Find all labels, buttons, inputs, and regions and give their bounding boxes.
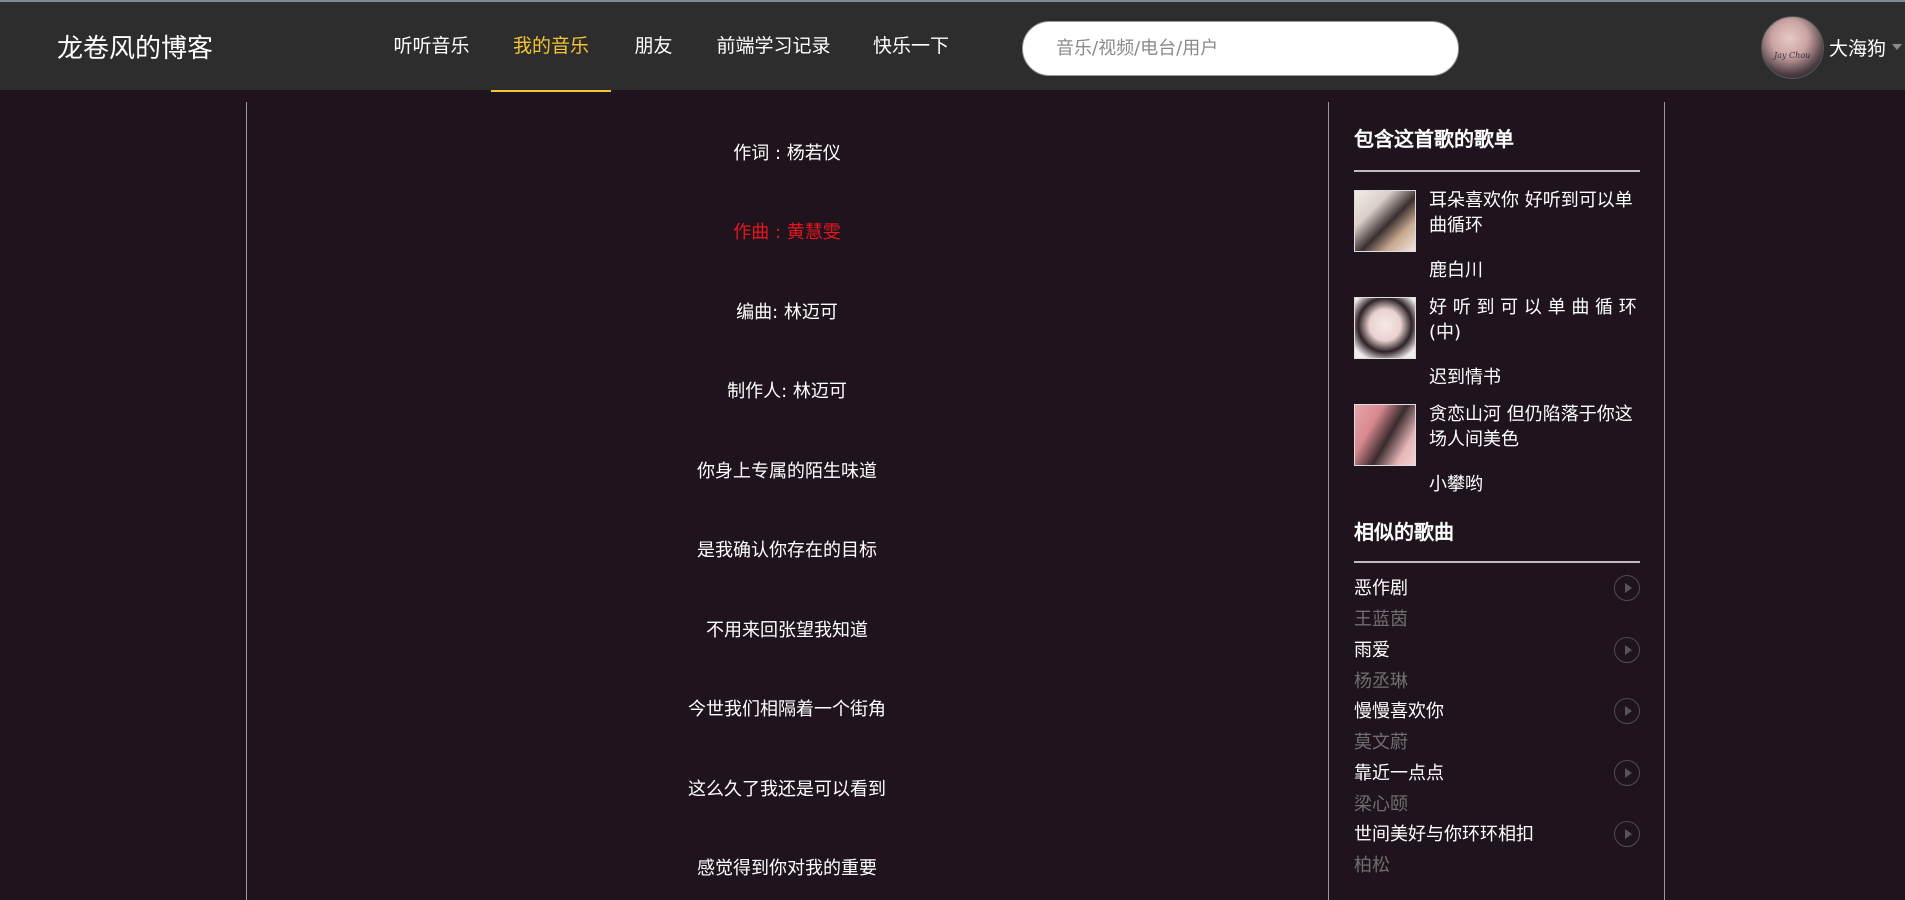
similar-song-item: 恶作剧 王蓝茵 <box>1354 574 1640 634</box>
song-artist[interactable]: 梁心颐 <box>1354 790 1408 816</box>
playlist-author[interactable]: 迟到情书 <box>1429 363 1501 389</box>
playlist-item[interactable]: 贪恋山河 但仍陷落于你这场人间美色 小攀哟 <box>1354 404 1640 504</box>
divider <box>1354 170 1640 172</box>
divider <box>1354 561 1640 563</box>
lyric-line: 作词 : 杨若仪 <box>733 143 841 164</box>
nav-item-friends[interactable]: 朋友 <box>611 2 696 90</box>
lyric-line: 这么久了我还是可以看到 <box>688 779 886 800</box>
song-artist[interactable]: 柏松 <box>1354 851 1390 877</box>
similar-song-item: 世间美好与你环环相扣 柏松 <box>1354 820 1640 880</box>
avatar-signature: Jay Chou <box>1774 51 1811 60</box>
song-name[interactable]: 恶作剧 <box>1354 574 1408 600</box>
lyric-line-current: 作曲 : 黄慧雯 <box>733 222 841 243</box>
playlist-item[interactable]: 耳朵喜欢你 好听到可以单曲循环 鹿白川 <box>1354 190 1640 290</box>
right-border <box>1664 102 1665 900</box>
lyric-line: 不用来回张望我知道 <box>706 620 868 641</box>
lyric-line: 是我确认你存在的目标 <box>697 540 877 561</box>
lyric-line: 你身上专属的陌生味道 <box>697 461 877 482</box>
song-name[interactable]: 雨爱 <box>1354 636 1390 662</box>
lyric-line: 编曲: 林迈可 <box>736 302 838 323</box>
playlist-cover[interactable] <box>1354 404 1416 466</box>
site-logo[interactable]: 龙卷风的博客 <box>57 28 213 65</box>
playlist-author[interactable]: 小攀哟 <box>1429 470 1483 496</box>
similar-song-item: 雨爱 杨丞琳 <box>1354 636 1640 696</box>
song-artist[interactable]: 王蓝茵 <box>1354 605 1408 631</box>
song-name[interactable]: 靠近一点点 <box>1354 759 1444 785</box>
nav-item-frontend-notes[interactable]: 前端学习记录 <box>696 2 851 90</box>
playlists-title: 包含这首歌的歌单 <box>1354 127 1514 151</box>
song-artist[interactable]: 杨丞琳 <box>1354 667 1408 693</box>
playlist-name[interactable]: 耳朵喜欢你 好听到可以单曲循环 <box>1429 188 1640 238</box>
playlist-author[interactable]: 鹿白川 <box>1429 256 1483 282</box>
lyric-line: 今世我们相隔着一个街角 <box>688 699 886 720</box>
lyric-line: 制作人: 林迈可 <box>727 381 847 402</box>
similar-song-item: 慢慢喜欢你 莫文蔚 <box>1354 697 1640 757</box>
center-divider <box>1328 102 1329 900</box>
similar-song-item: 靠近一点点 梁心颐 <box>1354 759 1640 819</box>
playlist-cover[interactable] <box>1354 297 1416 359</box>
similar-songs-title: 相似的歌曲 <box>1354 520 1454 544</box>
playlist-item[interactable]: 好 听 到 可 以 单 曲 循 环 (中) 迟到情书 <box>1354 297 1640 397</box>
nav-item-have-fun[interactable]: 快乐一下 <box>851 2 971 90</box>
play-icon[interactable] <box>1614 821 1640 847</box>
play-icon[interactable] <box>1614 760 1640 786</box>
nav-item-my-music[interactable]: 我的音乐 <box>491 2 611 92</box>
song-name[interactable]: 慢慢喜欢你 <box>1354 697 1444 723</box>
search-box <box>1022 21 1459 76</box>
playlist-name[interactable]: 贪恋山河 但仍陷落于你这场人间美色 <box>1429 402 1640 452</box>
lyric-line: 感觉得到你对我的重要 <box>697 858 877 879</box>
playlist-cover[interactable] <box>1354 190 1416 252</box>
playlist-name[interactable]: 好 听 到 可 以 单 曲 循 环 (中) <box>1429 295 1640 345</box>
user-avatar[interactable]: Jay Chou <box>1761 16 1824 79</box>
play-icon[interactable] <box>1614 575 1640 601</box>
nav-item-listen-music[interactable]: 听听音乐 <box>371 2 492 90</box>
play-icon[interactable] <box>1614 698 1640 724</box>
chevron-down-icon[interactable] <box>1892 44 1902 50</box>
username[interactable]: 大海狗 <box>1829 34 1886 61</box>
play-icon[interactable] <box>1614 637 1640 663</box>
search-input[interactable] <box>1023 22 1458 75</box>
top-navbar: 龙卷风的博客 听听音乐 我的音乐 朋友 前端学习记录 快乐一下 Jay Chou… <box>0 0 1905 92</box>
song-artist[interactable]: 莫文蔚 <box>1354 728 1408 754</box>
song-name[interactable]: 世间美好与你环环相扣 <box>1354 820 1534 846</box>
